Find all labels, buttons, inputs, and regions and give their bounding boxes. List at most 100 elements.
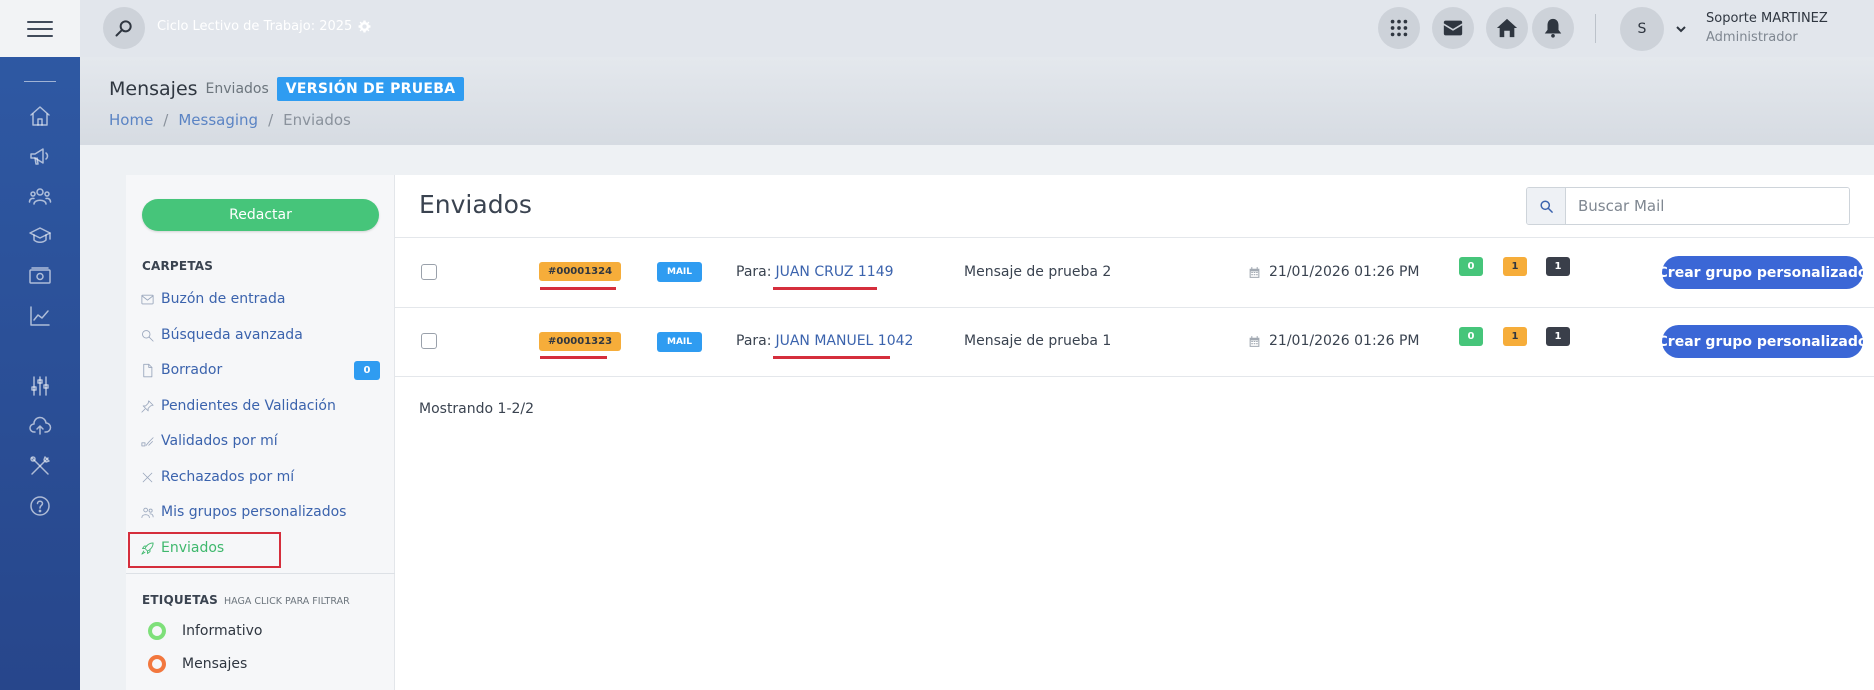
folder-panel: Redactar CARPETAS Buzón de entrada Búsqu… [126,175,395,690]
red-underline [540,287,616,290]
envelope-icon[interactable] [1432,7,1474,49]
search-button[interactable] [1527,188,1566,224]
message-id-badge[interactable]: #00001323 [539,332,622,351]
global-search-icon[interactable] [103,7,145,49]
rail-chart-icon[interactable] [0,296,80,336]
chevron-down-icon[interactable] [1674,21,1688,35]
folder-drafts[interactable]: Borrador 0 [140,357,380,383]
page-header: Mensajes Enviados VERSIÓN DE PRUEBA Home… [80,57,1874,145]
table-row[interactable]: #00001324 MAIL Para: JUAN CRUZ 1149 Mensa… [395,238,1874,307]
count-badge-yellow: 1 [1503,257,1527,276]
folder-label: Borrador [161,362,223,378]
hamburger-menu-icon[interactable] [27,20,53,37]
search-icon [1539,199,1553,213]
x-icon [142,472,153,482]
folder-label: Validados por mí [161,433,278,449]
left-rail [0,0,80,690]
tags-hint: HAGA CLICK PARA FILTRAR [223,596,350,607]
avatar[interactable]: S [1620,7,1664,51]
mail-channel-badge: MAIL [657,332,703,352]
tag-mensajes[interactable]: Mensajes [148,655,247,673]
calendar-icon [1249,266,1260,278]
message-subject[interactable]: Mensaje de prueba 1 [964,333,1111,349]
create-custom-group-button[interactable]: Crear grupo personalizado [1658,325,1867,358]
para-label: Para: [736,333,772,349]
list-title: Enviados [419,190,532,219]
count-badge-dark: 1 [1546,327,1570,346]
page-title: Mensajes [109,78,198,100]
gear-icon [358,20,371,33]
breadcrumb-home[interactable]: Home [109,111,153,129]
folder-advanced-search[interactable]: Búsqueda avanzada [140,322,380,348]
users-icon [141,507,154,518]
top-header: Ciclo Lectivo de Trabajo: 2025 S Soporte… [80,0,1874,57]
folders-section-title: CARPETAS [142,259,214,273]
folder-label: Mis grupos personalizados [161,504,347,520]
mail-channel-badge: MAIL [657,262,703,282]
user-name[interactable]: Soporte MARTINEZ [1706,11,1828,26]
folder-label: Búsqueda avanzada [161,327,303,343]
folder-rejected-by-me[interactable]: Rechazados por mí [140,464,380,490]
create-custom-group-button[interactable]: Crear grupo personalizado [1658,256,1867,289]
date-text: 21/01/2026 01:26 PM [1269,264,1420,280]
message-subject[interactable]: Mensaje de prueba 2 [964,264,1111,280]
user-role: Administrador [1706,30,1798,45]
folder-inbox[interactable]: Buzón de entrada [140,286,380,312]
message-list-panel: Enviados #00001324 MAIL Para:JUAN CRUZ 1… [395,175,1874,690]
header-divider [1595,14,1596,43]
breadcrumb: Home / Messaging / Enviados [109,111,351,129]
school-cycle-label: Ciclo Lectivo de Trabajo: 2025 [157,19,353,34]
red-underline [540,356,607,359]
avatar-initial: S [1637,21,1647,37]
rail-sliders-icon[interactable] [0,366,80,406]
rail-money-icon[interactable] [0,256,80,296]
red-underline [773,356,890,359]
recipient-link[interactable]: JUAN MANUEL 1042 [775,333,913,349]
folder-validated-by-me[interactable]: Validados por mí [140,428,380,454]
tag-informativo[interactable]: Informativo [148,622,262,640]
pagination-summary: Mostrando 1-2/2 [419,401,535,417]
compose-button[interactable]: Redactar [142,199,379,231]
rail-help-icon[interactable] [0,486,80,526]
tag-ring-icon [148,655,166,673]
breadcrumb-current: Enviados [283,111,351,129]
row-checkbox[interactable] [421,333,437,349]
search-input[interactable] [1566,188,1849,224]
recipient-link[interactable]: JUAN CRUZ 1149 [775,264,893,280]
folder-label: Buzón de entrada [161,291,286,307]
rail-graduation-cap-icon[interactable] [0,216,80,256]
trial-version-badge: VERSIÓN DE PRUEBA [276,77,465,101]
drafts-count-badge: 0 [354,361,380,380]
folder-custom-groups[interactable]: Mis grupos personalizados [140,499,380,525]
rail-home-icon[interactable] [0,96,80,136]
apps-grid-icon[interactable] [1378,7,1420,49]
row-divider [395,376,1874,377]
tags-section-title: ETIQUETAS HAGA CLICK PARA FILTRAR [142,593,350,607]
tags-title: ETIQUETAS [142,593,218,607]
bell-icon[interactable] [1532,7,1574,49]
rail-cloud-upload-icon[interactable] [0,406,80,446]
inbox-icon [141,294,154,304]
rail-divider [24,81,56,82]
count-badge-green: 0 [1459,327,1483,346]
school-cycle-selector[interactable]: Ciclo Lectivo de Trabajo: 2025 [157,19,371,34]
home-icon[interactable] [1486,7,1528,49]
rail-megaphone-icon[interactable] [0,136,80,176]
page-title-row: Mensajes Enviados VERSIÓN DE PRUEBA [109,77,465,101]
recipient-field: Para: JUAN MANUEL 1042 [736,333,913,349]
file-icon [143,363,153,377]
rail-users-icon[interactable] [0,176,80,216]
recipient-field: Para: JUAN CRUZ 1149 [736,264,894,280]
calendar-icon [1249,335,1260,347]
panel-divider [126,573,395,574]
folder-pending-validation[interactable]: Pendientes de Validación [140,393,380,419]
tag-label: Mensajes [182,656,248,672]
message-id-badge[interactable]: #00001324 [539,262,622,281]
row-checkbox[interactable] [421,264,437,280]
rail-tools-icon[interactable] [0,446,80,486]
mail-search [1526,187,1850,225]
table-row[interactable]: #00001323 MAIL Para: JUAN MANUEL 1042 Men… [395,308,1874,377]
sent-folder-highlight [128,532,281,568]
breadcrumb-messaging[interactable]: Messaging [178,111,258,129]
breadcrumb-separator: / [268,111,274,129]
